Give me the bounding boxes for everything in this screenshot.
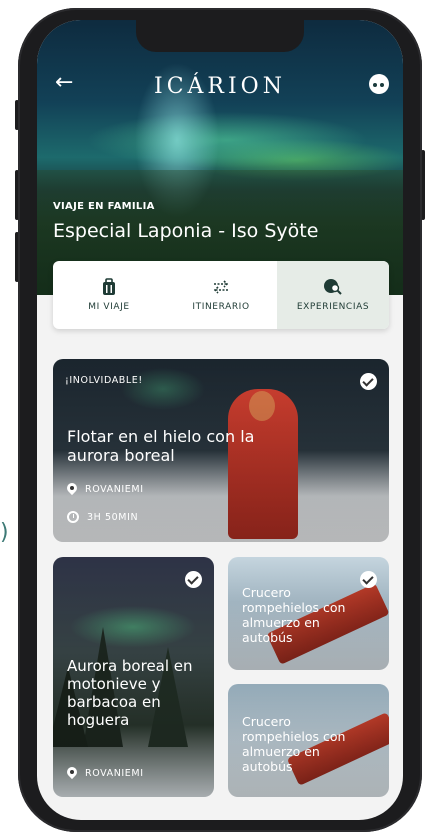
- suitcase-icon: [99, 278, 119, 296]
- trip-type-label: VIAJE EN FAMILIA: [53, 201, 155, 212]
- location-label: ROVANIEMI: [85, 484, 144, 495]
- tab-label: MI VIAJE: [88, 302, 130, 312]
- section-tabs: MI VIAJE ITINERARIO EXPERIENCIAS: [53, 261, 389, 329]
- card-title: Flotar en el hielo con la aurora boreal: [67, 427, 255, 466]
- location-pin-icon: [67, 767, 77, 780]
- stopwatch-icon: [67, 511, 79, 523]
- experience-card-icebreaker-1[interactable]: Crucero rompehielos con almuerzo en auto…: [228, 557, 389, 670]
- highlight-badge: ¡INOLVIDABLE!: [65, 375, 143, 386]
- app-logo: ICÁRION: [154, 74, 286, 99]
- tab-label: ITINERARIO: [192, 302, 250, 312]
- tab-itinerario[interactable]: ITINERARIO: [165, 261, 277, 329]
- app-screen: ← ICÁRION VIAJE EN FAMILIA Especial Lapo…: [37, 20, 403, 820]
- card-title: Crucero rompehielos con almuerzo en auto…: [242, 714, 346, 774]
- globe-search-icon: [323, 278, 343, 296]
- experience-card-snowmobile[interactable]: Aurora boreal en motonieve y barbacoa en…: [53, 557, 214, 797]
- card-location: ROVANIEMI: [67, 767, 144, 780]
- swap-arrows-icon: [211, 278, 231, 296]
- card-title: Aurora boreal en motonieve y barbacoa en…: [67, 657, 193, 729]
- card-duration: 3H 50MIN: [67, 511, 138, 523]
- location-label: ROVANIEMI: [85, 768, 144, 779]
- trip-title: Especial Laponia - Iso Syöte: [53, 220, 319, 242]
- experience-card-icebreaker-2[interactable]: Crucero rompehielos con almuerzo en auto…: [228, 684, 389, 797]
- location-pin-icon: [67, 483, 77, 496]
- check-icon[interactable]: [360, 373, 377, 390]
- card-title: Crucero rompehielos con almuerzo en auto…: [242, 585, 346, 645]
- phone-notch: [136, 20, 304, 52]
- tab-experiencias[interactable]: EXPERIENCIAS: [277, 261, 389, 329]
- experience-card-ice-floating[interactable]: ¡INOLVIDABLE! Flotar en el hielo con la …: [53, 359, 389, 542]
- check-icon[interactable]: [185, 571, 202, 588]
- user-avatar-icon[interactable]: [369, 74, 389, 94]
- tab-mi-viaje[interactable]: MI VIAJE: [53, 261, 165, 329]
- check-icon[interactable]: [360, 571, 377, 588]
- card-location: ROVANIEMI: [67, 483, 144, 496]
- hero-image: [37, 20, 403, 295]
- edge-glyph: ): [0, 520, 9, 545]
- tab-label: EXPERIENCIAS: [296, 302, 370, 312]
- duration-label: 3H 50MIN: [87, 511, 139, 523]
